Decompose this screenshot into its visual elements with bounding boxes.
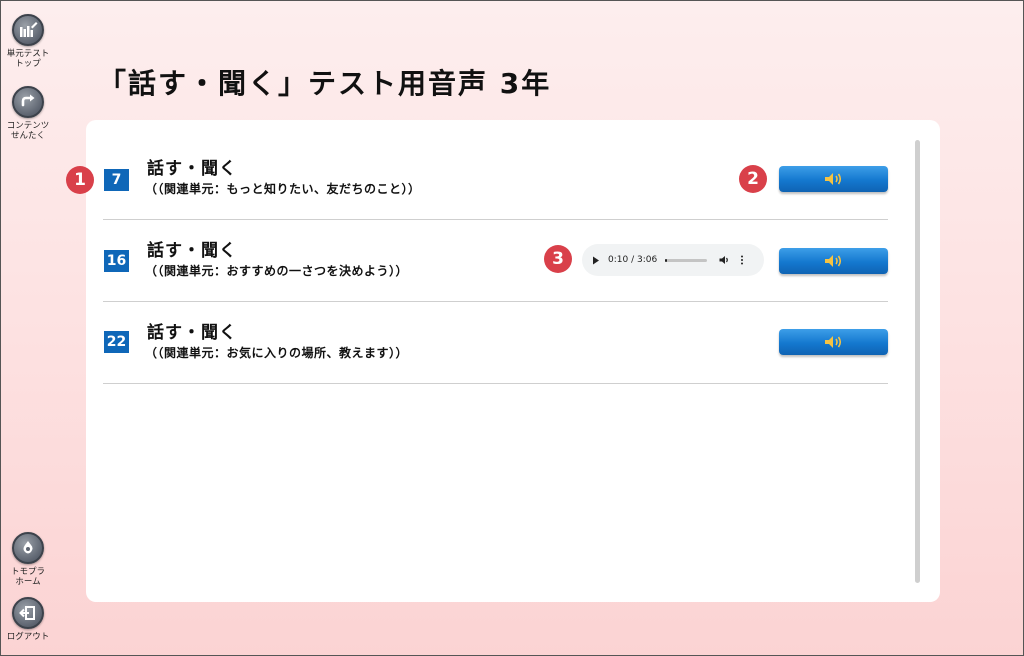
row-title: 話す・聞く xyxy=(147,241,237,261)
audio-time: 0:10 / 3:06 xyxy=(608,255,658,265)
audio-player: 0:10 / 3:06 xyxy=(582,244,764,276)
unit-number-badge: 7 xyxy=(104,169,129,191)
play-audio-button[interactable] xyxy=(779,166,888,192)
sidebar-item-label: トモプラ ホーム xyxy=(10,567,45,587)
unit-number-badge: 16 xyxy=(104,250,129,272)
play-icon[interactable] xyxy=(592,256,600,265)
sidebar-item-label: 単元テスト トップ xyxy=(6,49,50,69)
row-subtitle: （（関連単元：お気に入りの場所、教えます）） xyxy=(145,346,409,360)
sidebar-item-label: ログアウト xyxy=(6,632,50,642)
speaker-icon xyxy=(824,255,841,267)
volume-icon[interactable] xyxy=(719,255,730,265)
list-item: 7 話す・聞く （（関連単元：もっと知りたい、友だちのこと）） xyxy=(103,138,888,220)
row-title: 話す・聞く xyxy=(147,159,237,179)
unit-test-top-icon xyxy=(12,14,44,46)
logout-icon xyxy=(12,597,44,629)
callout-marker-3: 3 xyxy=(544,245,572,273)
unit-number-badge: 22 xyxy=(104,331,129,353)
sidebar-item-unit-test-top[interactable]: 単元テスト トップ xyxy=(0,14,56,69)
speaker-icon xyxy=(824,173,841,185)
audio-seek-bar[interactable] xyxy=(665,258,708,262)
list-item: 22 話す・聞く （（関連単元：お気に入りの場所、教えます）） xyxy=(103,302,888,384)
list-item: 16 話す・聞く （（関連単元：おすすめの一さつを決めよう）） xyxy=(103,220,888,302)
play-audio-button[interactable] xyxy=(779,329,888,355)
page-title: 「話す・聞く」テスト用音声 3年 xyxy=(98,67,552,100)
play-audio-button[interactable] xyxy=(779,248,888,274)
callout-marker-1: 1 xyxy=(66,166,94,194)
tomopla-home-icon xyxy=(12,532,44,564)
speaker-icon xyxy=(824,336,841,348)
sidebar-item-content-select[interactable]: コンテンツ せんたく xyxy=(0,86,56,141)
sidebar-item-label: コンテンツ せんたく xyxy=(6,121,50,141)
content-select-icon xyxy=(12,86,44,118)
sidebar-item-tomopla-home[interactable]: トモプラ ホーム xyxy=(0,532,56,587)
more-options-icon[interactable] xyxy=(740,255,744,265)
row-subtitle: （（関連単元：もっと知りたい、友だちのこと）） xyxy=(145,182,421,196)
row-title: 話す・聞く xyxy=(147,323,237,343)
panel-scrollbar[interactable] xyxy=(915,140,920,583)
audio-seek-fill xyxy=(665,258,668,262)
callout-marker-2: 2 xyxy=(739,165,767,193)
sidebar-item-logout[interactable]: ログアウト xyxy=(0,597,56,642)
row-subtitle: （（関連単元：おすすめの一さつを決めよう）） xyxy=(145,264,409,278)
